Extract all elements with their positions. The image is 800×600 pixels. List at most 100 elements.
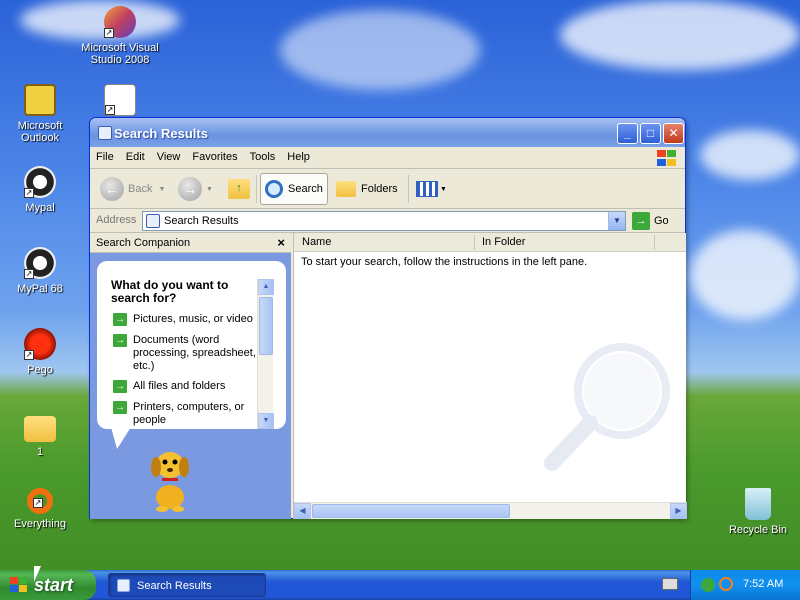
- mypal68-icon: ↗: [24, 247, 56, 279]
- taskbar: start Search Results 7:52 AM: [0, 570, 800, 600]
- search-results-window[interactable]: Search Results _ □ ✕ File Edit View Favorit…: [89, 117, 687, 519]
- scroll-thumb[interactable]: [259, 297, 273, 355]
- column-divider[interactable]: [474, 235, 475, 250]
- menu-edit[interactable]: Edit: [120, 147, 151, 167]
- option-pictures-music-video[interactable]: → Pictures, music, or video: [113, 313, 258, 326]
- scroll-thumb[interactable]: [312, 504, 510, 518]
- go-button[interactable]: → Go: [632, 212, 669, 230]
- back-label: Back: [128, 183, 153, 195]
- menu-bar: File Edit View Favorites Tools Help: [90, 147, 685, 169]
- option-label: Printers, computers, or people: [133, 401, 245, 426]
- taskbar-item-label: Search Results: [137, 580, 212, 592]
- keyboard-icon[interactable]: [662, 578, 678, 590]
- go-label: Go: [654, 215, 669, 227]
- address-dropdown-button[interactable]: ▼: [608, 212, 625, 230]
- option-documents[interactable]: → Documents (word processing, spreadshee…: [113, 334, 258, 373]
- views-button[interactable]: ▼: [416, 173, 447, 205]
- close-pane-button[interactable]: ×: [277, 235, 285, 250]
- back-arrow-icon: ←: [100, 177, 124, 201]
- views-icon: [416, 181, 438, 197]
- search-icon: [265, 180, 283, 198]
- scroll-right-button[interactable]: ▶: [670, 503, 687, 519]
- menu-help[interactable]: Help: [281, 147, 316, 167]
- search-options-bubble: What do you want to search for? → Pictur…: [97, 261, 286, 449]
- pego-icon: ↗: [24, 328, 56, 360]
- cloud: [690, 230, 800, 320]
- options-scrollbar[interactable]: ▲ ▼: [257, 279, 274, 429]
- desktop-icon-mypal[interactable]: ↗ Mypal: [0, 166, 80, 214]
- mypal-icon: ↗: [24, 166, 56, 198]
- cloud: [280, 10, 480, 90]
- search-folder-icon: [98, 126, 112, 140]
- address-label: Address: [96, 214, 137, 226]
- tray-search-icon[interactable]: [719, 577, 733, 591]
- folders-button[interactable]: Folders: [336, 173, 398, 205]
- minimize-button[interactable]: _: [617, 123, 638, 144]
- desktop-icon-label: Pego: [27, 364, 53, 376]
- desktop-icon-folder[interactable]: 1: [0, 410, 80, 458]
- desktop-icon-recycle-bin[interactable]: Recycle Bin: [718, 488, 798, 536]
- desktop-icon-everything[interactable]: ↗ Everything: [0, 488, 80, 530]
- maximize-button[interactable]: □: [640, 123, 661, 144]
- back-button[interactable]: ← Back ▼: [100, 173, 165, 205]
- forward-button[interactable]: → ▼: [178, 173, 213, 205]
- option-label: Documents (word processing, spreadsheet,…: [133, 334, 256, 372]
- desktop-icon-visual-studio[interactable]: ↗ Microsoft Visual Studio 2008: [80, 6, 160, 66]
- desktop-icon-label: Microsoft Visual Studio 2008: [81, 42, 159, 66]
- option-label: Pictures, music, or video: [133, 313, 253, 325]
- everything-icon: ↗: [27, 488, 53, 514]
- option-printers-computers-people[interactable]: → Printers, computers, or people: [113, 401, 258, 427]
- scroll-up-button[interactable]: ▲: [258, 279, 274, 295]
- results-pane: Name In Folder To start your search, fol…: [293, 233, 687, 519]
- chevron-down-icon: ▼: [440, 185, 447, 193]
- up-folder-button[interactable]: ↑: [228, 173, 250, 205]
- tray-network-icon[interactable]: [701, 578, 715, 592]
- desktop-icon-document[interactable]: ↗: [80, 84, 160, 120]
- menu-file[interactable]: File: [90, 147, 120, 167]
- green-arrow-icon: →: [113, 380, 127, 393]
- search-button[interactable]: Search: [260, 173, 328, 205]
- cloud: [560, 0, 800, 70]
- search-companion-pane: Search Companion × What do you want to s…: [90, 233, 291, 519]
- desktop-icon-label: Recycle Bin: [728, 524, 788, 536]
- close-button[interactable]: ✕: [663, 123, 684, 144]
- address-bar: Address Search Results ▼ → Go: [90, 209, 685, 233]
- start-button[interactable]: start: [0, 570, 96, 600]
- window-title: Search Results: [114, 126, 208, 141]
- menu-view[interactable]: View: [151, 147, 187, 167]
- search-companion-title: Search Companion: [96, 237, 191, 249]
- desktop-icon-mypal68[interactable]: ↗ MyPal 68: [0, 247, 80, 295]
- column-divider[interactable]: [654, 235, 655, 250]
- toolbar-separator: [408, 175, 409, 203]
- outlook-icon: [24, 84, 56, 116]
- taskbar-item-search-results[interactable]: Search Results: [108, 573, 266, 597]
- scroll-left-button[interactable]: ◀: [294, 503, 311, 519]
- option-all-files-folders[interactable]: → All files and folders: [113, 380, 258, 393]
- toolbar: ← Back ▼ → ▼ ↑ Search Folders ▼: [90, 169, 685, 209]
- clock[interactable]: 7:52 AM: [743, 578, 783, 590]
- desktop-icon-label: 1: [36, 446, 44, 458]
- scroll-down-button[interactable]: ▼: [258, 413, 274, 429]
- address-input[interactable]: Search Results ▼: [142, 211, 626, 231]
- folders-label: Folders: [361, 183, 398, 195]
- search-dog-icon[interactable]: [146, 441, 194, 513]
- green-arrow-icon: →: [113, 401, 127, 414]
- results-column-header: Name In Folder: [294, 233, 686, 252]
- search-folder-icon: [146, 214, 160, 228]
- desktop-icon-pego[interactable]: ↗ Pego: [0, 328, 80, 376]
- recycle-bin-icon: [745, 488, 771, 520]
- option-label: All files and folders: [133, 380, 226, 392]
- desktop-icon-label: MyPal 68: [17, 283, 63, 295]
- menu-tools[interactable]: Tools: [244, 147, 282, 167]
- menu-favorites[interactable]: Favorites: [186, 147, 243, 167]
- up-folder-icon: ↑: [228, 179, 250, 199]
- toolbar-separator: [256, 175, 257, 203]
- column-name[interactable]: Name: [302, 236, 331, 248]
- search-label: Search: [288, 183, 323, 195]
- address-value: Search Results: [164, 215, 239, 227]
- desktop-icon-outlook[interactable]: Microsoft Outlook: [0, 84, 80, 144]
- column-in-folder[interactable]: In Folder: [482, 236, 525, 248]
- window-titlebar[interactable]: Search Results _ □ ✕: [90, 118, 685, 147]
- bubble-tail: [111, 427, 131, 449]
- results-horizontal-scrollbar[interactable]: ◀ ▶: [294, 502, 687, 519]
